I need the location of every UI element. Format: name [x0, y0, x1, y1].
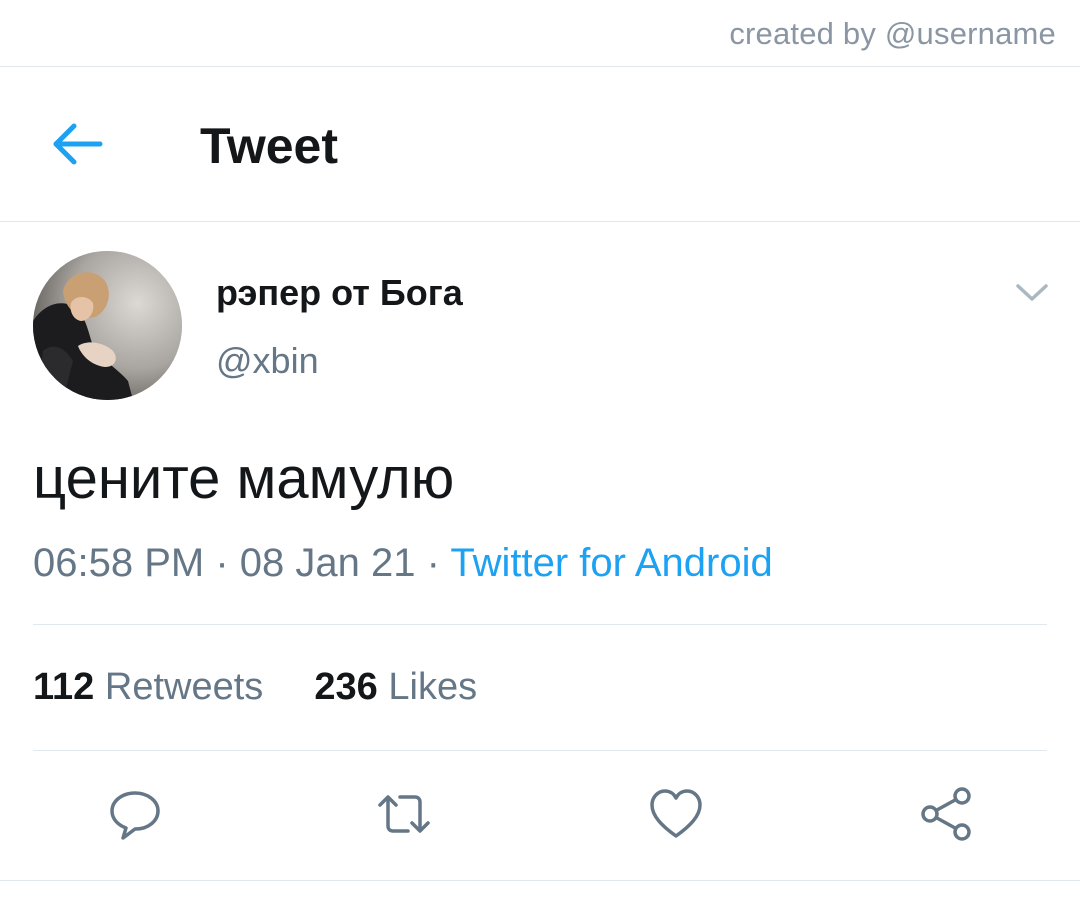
header-bar: Tweet: [0, 67, 1080, 221]
page-title: Tweet: [200, 118, 338, 174]
arrow-left-icon: [44, 123, 110, 175]
tweet-menu-button[interactable]: [1012, 276, 1052, 308]
divider: [0, 880, 1080, 881]
tweet-time: 06:58 PM: [33, 541, 205, 585]
tweet-text: цените мамулю: [33, 446, 455, 511]
chevron-down-icon: [1012, 284, 1052, 312]
heart-icon: [648, 789, 704, 846]
meta-separator: ·: [215, 541, 229, 585]
divider: [33, 624, 1047, 625]
tweet-source-link[interactable]: Twitter for Android: [450, 541, 772, 585]
share-button[interactable]: [918, 786, 974, 842]
reply-button[interactable]: [107, 786, 163, 842]
display-name[interactable]: рэпер от Бога: [216, 272, 463, 314]
user-handle[interactable]: @xbin: [216, 340, 319, 382]
watermark: created by @username: [729, 16, 1056, 51]
reply-icon: [107, 791, 163, 846]
retweets-stat[interactable]: 112 Retweets: [33, 666, 274, 708]
back-button[interactable]: [44, 117, 110, 171]
like-button[interactable]: [648, 786, 704, 842]
retweet-button[interactable]: [376, 786, 432, 842]
likes-stat[interactable]: 236 Likes: [304, 666, 477, 708]
tweet-date: 08 Jan 21: [239, 541, 416, 585]
tweet-stats: 112 Retweets 236 Likes: [33, 666, 477, 709]
avatar-image: [33, 251, 182, 400]
share-icon: [918, 787, 974, 846]
likes-count: 236: [314, 666, 378, 708]
meta-separator: ·: [426, 541, 440, 585]
retweets-count: 112: [33, 666, 95, 708]
divider: [33, 750, 1047, 751]
tweet-meta: 06:58 PM · 08 Jan 21 · Twitter for Andro…: [33, 541, 773, 586]
likes-label: Likes: [388, 666, 478, 708]
avatar[interactable]: [33, 251, 182, 400]
divider: [0, 221, 1080, 222]
tweet-detail-page: created by @username Tweet рэпер от Бога…: [0, 0, 1080, 898]
retweets-label: Retweets: [104, 666, 264, 708]
retweet-icon: [376, 795, 432, 846]
